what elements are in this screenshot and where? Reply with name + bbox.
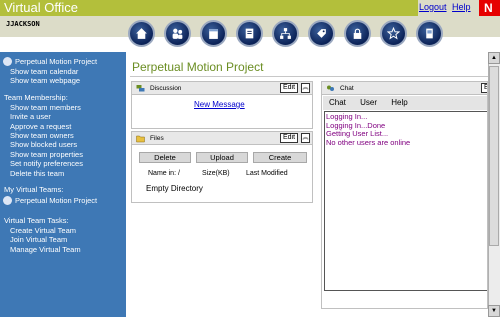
- chat-edit-button[interactable]: E: [481, 83, 487, 93]
- chat-menu-user[interactable]: User: [360, 98, 377, 107]
- membership-heading: Team Membership:: [4, 92, 68, 102]
- files-collapse-button[interactable]: ︽: [301, 133, 310, 143]
- discussion-title: Discussion: [150, 85, 182, 92]
- modified-column-header[interactable]: Last Modified: [246, 170, 288, 177]
- tag-icon[interactable]: [308, 20, 335, 47]
- chat-menubar: Chat User Help: [323, 96, 487, 110]
- my-team-label: Perpetual Motion Project: [15, 196, 98, 206]
- create-button[interactable]: Create: [253, 152, 307, 163]
- header-band: [118, 0, 418, 16]
- project-heading[interactable]: Perpetual Motion Project: [0, 56, 126, 67]
- sidebar-item-show-team-webpage[interactable]: Show team webpage: [0, 76, 126, 85]
- netscape-logo: N: [479, 0, 500, 16]
- new-message-link[interactable]: New Message: [194, 100, 245, 109]
- current-path: /: [177, 170, 180, 177]
- team-icon: [3, 196, 12, 206]
- sidebar-item-manage-team[interactable]: Manage Virtual Team: [0, 245, 126, 254]
- my-teams-heading: My Virtual Teams:: [4, 185, 64, 195]
- sidebar-item-show-blocked-users[interactable]: Show blocked users: [0, 140, 126, 149]
- name-column-header[interactable]: Name in: /: [148, 170, 180, 177]
- chat-menu-chat[interactable]: Chat: [329, 98, 346, 107]
- membership-section: Team Membership: Show team members Invit…: [0, 93, 126, 178]
- name-in-label: Name in:: [148, 170, 177, 177]
- size-column-header[interactable]: Size(KB): [202, 170, 230, 177]
- current-user: JJACKSON: [6, 20, 40, 28]
- sidebar-item-invite-user[interactable]: Invite a user: [0, 112, 126, 121]
- sidebar: Perpetual Motion Project Show team calen…: [0, 52, 126, 317]
- files-title: Files: [150, 135, 164, 142]
- sidebar-item-set-notify-preferences[interactable]: Set notify preferences: [0, 159, 126, 168]
- chat-menu-help[interactable]: Help: [391, 98, 407, 107]
- scrollbar-thumb[interactable]: [489, 66, 499, 246]
- my-team-item[interactable]: Perpetual Motion Project: [0, 195, 126, 206]
- org-chart-icon[interactable]: [272, 20, 299, 47]
- chat-header: Chat E: [322, 82, 487, 95]
- sidebar-item-delete-team[interactable]: Delete this team: [0, 169, 126, 178]
- page-title: Perpetual Motion Project: [132, 60, 264, 74]
- sidebar-item-show-team-properties[interactable]: Show team properties: [0, 150, 126, 159]
- sidebar-item-join-team[interactable]: Join Virtual Team: [0, 235, 126, 244]
- chat-message: No other users are online: [326, 138, 411, 148]
- lock-icon[interactable]: [344, 20, 371, 47]
- delete-button[interactable]: Delete: [139, 152, 191, 163]
- tasks-section: Virtual Team Tasks: Create Virtual Team …: [0, 216, 126, 254]
- calendar-icon[interactable]: [200, 20, 227, 47]
- team-icon: [3, 57, 12, 66]
- chat-panel: Chat E Chat User Help Logging In... Logg…: [321, 81, 488, 309]
- discussion-panel: Discussion Edit ︽ New Message: [131, 81, 313, 129]
- team-icon[interactable]: [164, 20, 191, 47]
- project-name: Perpetual Motion Project: [15, 57, 98, 66]
- nav-toolbar: [128, 17, 448, 51]
- document-icon[interactable]: [416, 20, 443, 47]
- my-teams-section: My Virtual Teams: Perpetual Motion Proje…: [0, 185, 126, 206]
- upload-button[interactable]: Upload: [196, 152, 248, 163]
- files-icon[interactable]: [236, 20, 263, 47]
- top-links: Logout Help: [419, 2, 474, 12]
- discussion-collapse-button[interactable]: ︽: [301, 83, 310, 93]
- chat-log[interactable]: Logging In... Logging In...Done Getting …: [324, 111, 487, 291]
- folder-icon: [136, 135, 145, 143]
- logout-link[interactable]: Logout: [419, 2, 447, 12]
- chat-title: Chat: [340, 85, 354, 92]
- chat-icon: [327, 85, 334, 91]
- discussion-header: Discussion Edit ︽: [132, 82, 312, 95]
- files-edit-button[interactable]: Edit: [280, 133, 299, 143]
- sidebar-item-approve-request[interactable]: Approve a request: [0, 122, 126, 131]
- home-icon[interactable]: [128, 20, 155, 47]
- sidebar-item-show-team-owners[interactable]: Show team owners: [0, 131, 126, 140]
- app-title: Virtual Office: [0, 0, 118, 16]
- title-divider: [130, 76, 500, 77]
- tasks-heading: Virtual Team Tasks:: [4, 216, 69, 226]
- help-link[interactable]: Help: [452, 2, 471, 12]
- scroll-down-icon[interactable]: ▼: [488, 305, 500, 317]
- discussion-edit-button[interactable]: Edit: [280, 83, 299, 93]
- sidebar-item-show-team-calendar[interactable]: Show team calendar: [0, 67, 126, 76]
- project-section: Perpetual Motion Project Show team calen…: [0, 56, 126, 86]
- files-header: Files Edit ︽: [132, 132, 312, 145]
- sidebar-item-create-team[interactable]: Create Virtual Team: [0, 226, 126, 235]
- empty-directory-message: Empty Directory: [146, 184, 203, 193]
- star-icon[interactable]: [380, 20, 407, 47]
- sidebar-item-show-team-members[interactable]: Show team members: [0, 103, 126, 112]
- scroll-up-icon[interactable]: ▲: [488, 52, 500, 64]
- discussion-icon: [136, 85, 145, 92]
- files-panel: Files Edit ︽ Delete Upload Create Name i…: [131, 131, 313, 203]
